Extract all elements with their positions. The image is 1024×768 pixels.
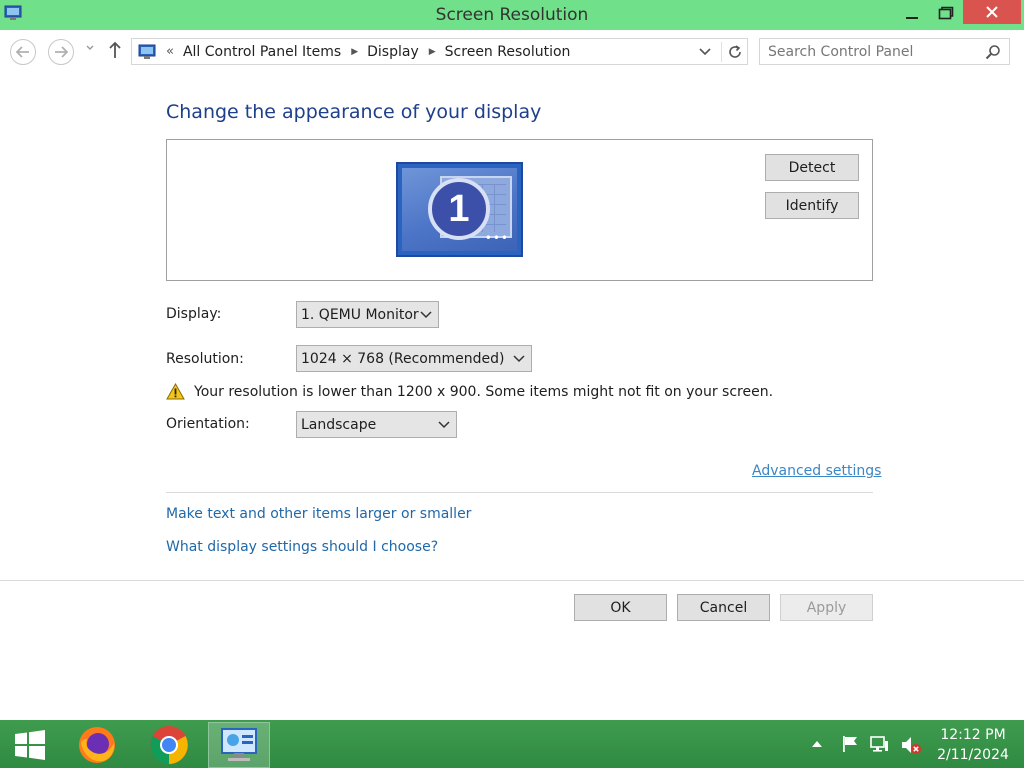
address-bar[interactable]: « All Control Panel Items ▶ Display ▶ Sc… <box>131 38 748 65</box>
taskbar-chrome[interactable] <box>138 722 200 768</box>
content-divider <box>166 492 873 493</box>
back-icon <box>16 46 29 58</box>
footer-divider <box>0 580 1024 581</box>
maximize-icon <box>938 6 954 20</box>
display-help-link[interactable]: What display settings should I choose? <box>166 539 438 555</box>
resolution-select[interactable]: 1024 × 768 (Recommended) <box>296 345 532 372</box>
title-bar: Screen Resolution <box>0 0 1024 30</box>
detect-button[interactable]: Detect <box>765 154 859 181</box>
monitor-dots: ••• <box>484 231 509 245</box>
volume-muted-icon[interactable] <box>900 734 922 756</box>
window-title: Screen Resolution <box>435 5 589 25</box>
breadcrumb-separator-icon[interactable]: ▶ <box>351 47 358 57</box>
forward-button[interactable] <box>48 39 74 65</box>
advanced-settings-link[interactable]: Advanced settings <box>752 463 881 479</box>
close-button[interactable] <box>963 0 1021 24</box>
monitor-screen: 1 ••• <box>402 168 517 251</box>
warning-icon <box>166 383 185 400</box>
display-select[interactable]: 1. QEMU Monitor <box>296 301 439 328</box>
back-button[interactable] <box>10 39 36 65</box>
chevron-down-icon <box>420 311 432 319</box>
orientation-select-value: Landscape <box>301 416 377 433</box>
orientation-select[interactable]: Landscape <box>296 411 457 438</box>
recent-dropdown-icon[interactable] <box>86 45 94 51</box>
search-icon[interactable] <box>985 44 1001 60</box>
maximize-button[interactable] <box>931 0 961 26</box>
refresh-icon <box>728 45 741 58</box>
resolution-label: Resolution: <box>166 351 244 367</box>
forward-icon <box>55 46 68 58</box>
clock-time: 12:12 PM <box>940 727 1006 743</box>
chrome-icon <box>150 726 188 764</box>
flag-icon[interactable] <box>841 735 859 753</box>
page-heading: Change the appearance of your display <box>166 101 542 123</box>
monitor-1-thumbnail[interactable]: 1 ••• <box>396 162 523 257</box>
search-box[interactable] <box>759 38 1010 65</box>
chevron-down-icon[interactable] <box>698 45 712 59</box>
taskbar-clock[interactable]: 12:12 PM 2/11/2024 <box>930 725 1016 765</box>
clock-date: 2/11/2024 <box>937 747 1009 763</box>
taskbar-control-panel[interactable] <box>208 722 270 768</box>
identify-button[interactable]: Identify <box>765 192 859 219</box>
display-preview-panel: 1 ••• Detect Identify <box>166 139 873 281</box>
minimize-icon <box>906 17 918 19</box>
text-size-link[interactable]: Make text and other items larger or smal… <box>166 506 471 522</box>
taskbar: 12:12 PM 2/11/2024 <box>0 720 1024 768</box>
resolution-warning: Your resolution is lower than 1200 x 900… <box>166 383 773 400</box>
navigation-bar: « All Control Panel Items ▶ Display ▶ Sc… <box>0 30 1024 72</box>
warning-text: Your resolution is lower than 1200 x 900… <box>194 383 774 400</box>
tray-up-arrow-icon[interactable] <box>812 740 822 747</box>
cancel-button[interactable]: Cancel <box>677 594 770 621</box>
breadcrumb-separator-icon[interactable]: ▶ <box>429 47 436 57</box>
chevron-down-icon <box>513 355 525 363</box>
monitor-number-badge: 1 <box>428 178 490 240</box>
firefox-icon <box>79 727 115 763</box>
close-icon <box>986 6 998 18</box>
control-panel-icon <box>138 44 156 59</box>
refresh-button[interactable] <box>721 42 747 62</box>
windows-start-icon[interactable] <box>14 730 46 760</box>
chevron-down-icon <box>438 421 450 429</box>
breadcrumb-all-control-panel-items[interactable]: All Control Panel Items <box>183 44 341 60</box>
apply-button[interactable]: Apply <box>780 594 873 621</box>
search-input[interactable] <box>768 43 968 61</box>
display-label: Display: <box>166 306 222 322</box>
taskbar-firefox[interactable] <box>66 722 128 768</box>
control-panel-icon <box>221 728 257 761</box>
breadcrumb-overflow[interactable]: « <box>166 44 174 59</box>
minimize-button[interactable] <box>897 0 927 26</box>
network-icon[interactable] <box>870 735 890 753</box>
display-select-value: 1. QEMU Monitor <box>301 306 419 323</box>
breadcrumb-screen-resolution[interactable]: Screen Resolution <box>445 44 571 60</box>
breadcrumb-display[interactable]: Display <box>367 44 419 60</box>
ok-button[interactable]: OK <box>574 594 667 621</box>
up-icon[interactable] <box>108 41 122 59</box>
resolution-select-value: 1024 × 768 (Recommended) <box>301 350 505 367</box>
orientation-label: Orientation: <box>166 416 250 432</box>
